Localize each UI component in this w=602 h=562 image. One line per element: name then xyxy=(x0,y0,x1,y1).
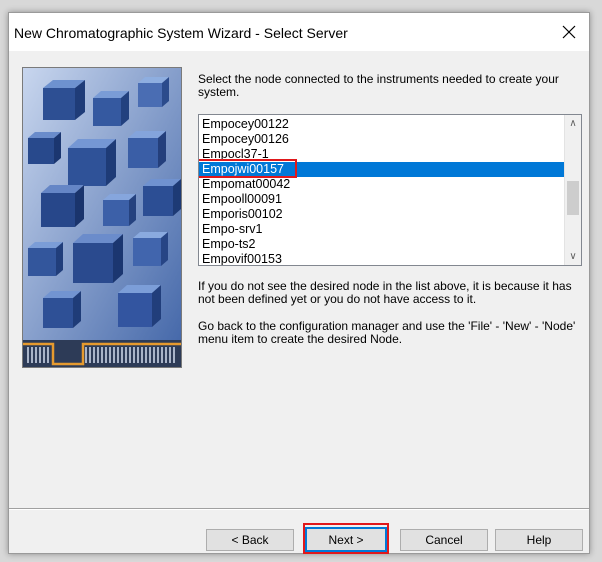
annotation-highlight-box xyxy=(199,159,297,178)
window-title: New Chromatographic System Wizard - Sele… xyxy=(14,25,348,41)
list-item-selected[interactable]: Empojwi00157 xyxy=(199,159,564,178)
list-item[interactable]: Empovif00153 xyxy=(199,252,564,265)
list-item[interactable]: Empo-srv1 xyxy=(199,222,564,237)
node-list: Empocey00122 Empocey00126 Empocl37-1 Emp… xyxy=(199,117,564,265)
next-button[interactable]: Next > xyxy=(305,527,387,552)
wizard-dialog: New Chromatographic System Wizard - Sele… xyxy=(8,12,590,554)
scroll-up-button[interactable]: ∧ xyxy=(565,115,581,132)
footer-divider xyxy=(9,508,589,510)
vertical-scrollbar[interactable]: ∧ ∨ xyxy=(564,115,581,265)
close-button[interactable] xyxy=(549,13,589,51)
instruction-text: Select the node connected to the instrum… xyxy=(198,72,559,99)
title-bar: New Chromatographic System Wizard - Sele… xyxy=(9,13,589,51)
help-button[interactable]: Help xyxy=(495,529,583,551)
cubes-illustration xyxy=(23,68,181,367)
close-icon xyxy=(562,25,576,39)
list-item[interactable]: Empooll00091 xyxy=(199,192,564,207)
list-item[interactable]: Empo-ts2 xyxy=(199,237,564,252)
wizard-banner-image xyxy=(22,67,182,368)
list-item[interactable]: Emporis00102 xyxy=(199,207,564,222)
cancel-button[interactable]: Cancel xyxy=(400,529,488,551)
missing-node-note: If you do not see the desired node in th… xyxy=(198,279,572,306)
back-button[interactable]: < Back xyxy=(206,529,294,551)
configuration-note: Go back to the configuration manager and… xyxy=(198,319,576,346)
scroll-down-button[interactable]: ∨ xyxy=(565,248,581,265)
scroll-thumb[interactable] xyxy=(567,181,579,215)
list-item[interactable]: Empomat00042 xyxy=(199,177,564,192)
list-item[interactable]: Empocey00122 xyxy=(199,117,564,132)
chevron-down-icon: ∨ xyxy=(569,251,577,262)
chevron-up-icon: ∧ xyxy=(569,118,577,129)
node-listbox[interactable]: Empocey00122 Empocey00126 Empocl37-1 Emp… xyxy=(198,114,582,266)
list-item[interactable]: Empocey00126 xyxy=(199,132,564,147)
